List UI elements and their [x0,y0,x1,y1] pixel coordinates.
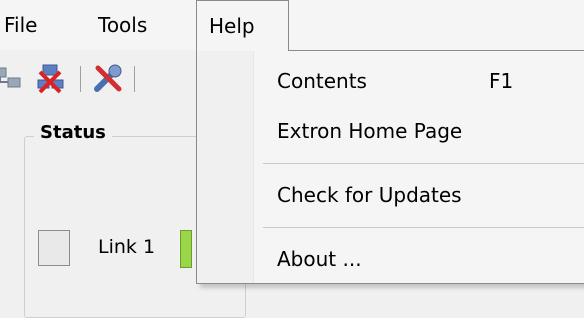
menu-item-label: About ... [277,247,362,271]
menu-item-contents[interactable]: Contents F1 [197,59,584,103]
link-status-indicator [180,230,192,268]
status-group-title: Status [34,122,112,143]
network-connect-icon[interactable] [0,62,24,94]
menu-separator [263,227,584,228]
menu-item-about[interactable]: About ... [197,237,584,281]
menu-item-label: Contents [277,69,367,93]
menu-item-label: Check for Updates [277,183,462,207]
help-menu-dropdown: Contents F1 Extron Home Page Check for U… [196,50,584,284]
menu-help[interactable]: Help [196,0,289,51]
menu-separator [263,163,584,164]
menu-item-shortcut: F1 [489,69,514,93]
link-label: Link 1 [98,236,156,258]
toolbar-separator [134,66,135,92]
network-disconnect-icon[interactable] [34,62,66,94]
menu-bar: File Tools Help [0,0,584,51]
menu-item-label: Extron Home Page [277,119,463,143]
menu-item-extron-home-page[interactable]: Extron Home Page [197,109,584,153]
menu-file[interactable]: File [0,0,80,50]
menu-tools[interactable]: Tools [88,0,184,50]
menu-item-check-for-updates[interactable]: Check for Updates [197,173,584,217]
toolbar-separator [80,66,81,92]
tools-icon[interactable] [92,62,124,94]
status-panel: Status Link 1 [0,106,246,318]
link-checkbox[interactable] [38,230,70,266]
